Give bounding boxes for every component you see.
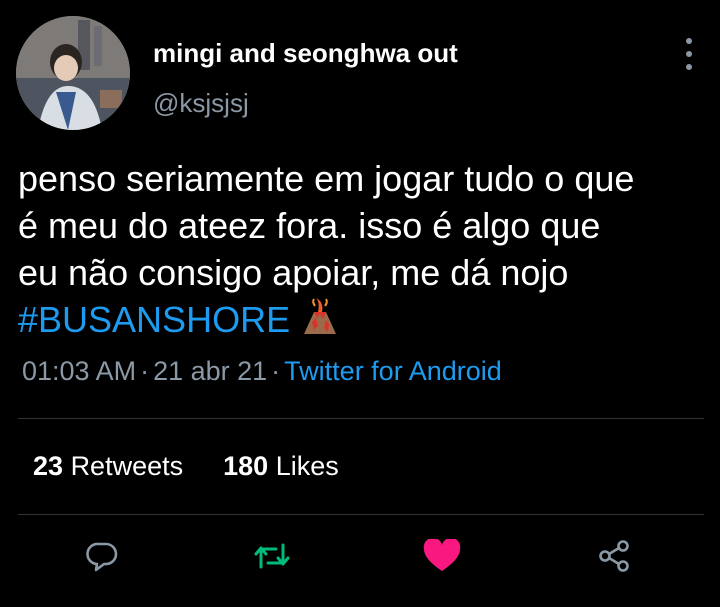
more-icon (686, 38, 692, 44)
retweet-button[interactable] (252, 536, 292, 576)
author-handle[interactable]: @ksjsjsj (153, 88, 249, 119)
tweet-date: 21 abr 21 (153, 356, 268, 386)
likes-count: 180 (223, 451, 269, 481)
reply-button[interactable] (82, 536, 122, 576)
more-options-button[interactable] (676, 36, 702, 72)
heart-icon (423, 539, 461, 571)
reply-icon (86, 542, 118, 572)
tweet-meta: 01:03 AM · 21 abr 21 · Twitter for Android (22, 356, 502, 387)
author-display-name[interactable]: mingi and seonghwa out (153, 38, 458, 69)
meta-separator: · (271, 356, 281, 386)
hashtag-link[interactable]: #BUSANSHORE (18, 299, 290, 340)
more-icon-dot (686, 51, 692, 57)
retweet-icon (254, 543, 290, 569)
retweets-stat[interactable]: 23 Retweets (33, 451, 183, 481)
tweet-line: é meu do ateez fora. isso é algo que (18, 205, 601, 246)
tweet-stats: 23 Retweets 180 Likes (33, 451, 339, 482)
tweet-text: penso seriamente em jogar tudo o que é m… (18, 155, 708, 347)
likes-label: Likes (275, 451, 339, 481)
avatar[interactable] (16, 16, 130, 130)
volcano-icon (300, 296, 340, 347)
share-button[interactable] (594, 536, 634, 576)
like-button[interactable] (422, 536, 462, 576)
tweet-line: penso seriamente em jogar tudo o que (18, 158, 635, 199)
retweets-label: Retweets (70, 451, 184, 481)
tweet-hashtag-line: #BUSANSHORE (18, 296, 708, 347)
tweet-line: eu não consigo apoiar, me dá nojo (18, 252, 569, 293)
meta-separator: · (140, 356, 150, 386)
retweets-count: 23 (33, 451, 64, 481)
tweet-time: 01:03 AM (22, 356, 137, 386)
divider (18, 418, 704, 419)
avatar-photo (16, 16, 130, 130)
likes-stat[interactable]: 180 Likes (223, 451, 339, 481)
tweet-source-link[interactable]: Twitter for Android (284, 356, 502, 386)
tweet-actions-bar (0, 530, 720, 580)
share-icon (599, 540, 629, 572)
more-icon-dot (686, 64, 692, 70)
divider (18, 514, 704, 515)
